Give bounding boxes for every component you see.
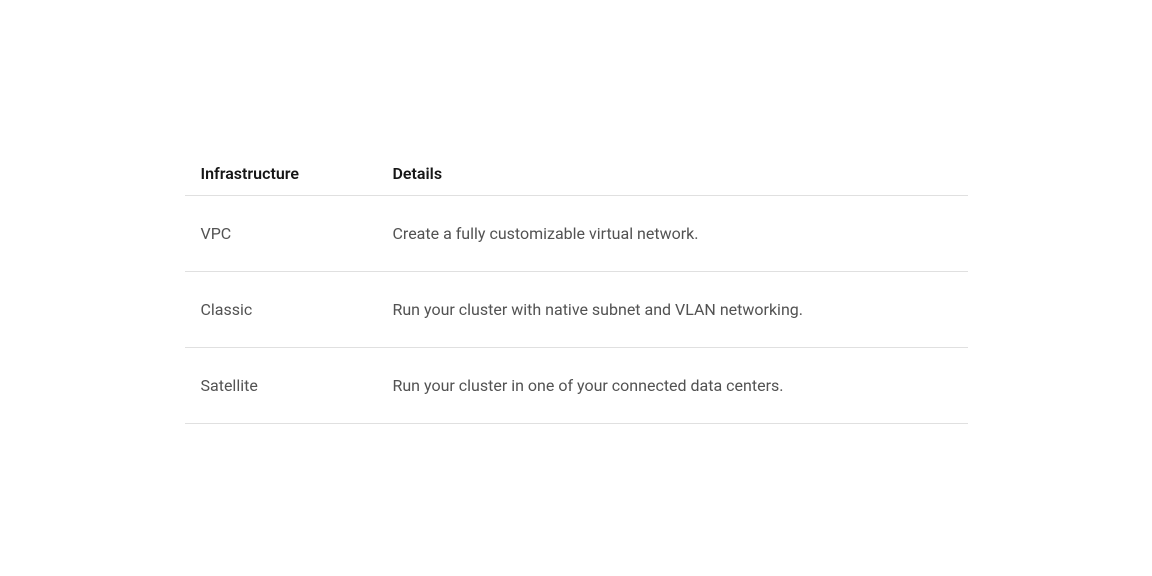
header-infrastructure: Infrastructure xyxy=(185,152,377,196)
cell-infrastructure: Classic xyxy=(185,272,377,348)
cell-details: Run your cluster in one of your connecte… xyxy=(377,348,968,424)
cell-infrastructure: VPC xyxy=(185,196,377,272)
header-details: Details xyxy=(377,152,968,196)
infrastructure-table: Infrastructure Details VPC Create a full… xyxy=(185,152,968,424)
table-row: Classic Run your cluster with native sub… xyxy=(185,272,968,348)
infrastructure-table-container: Infrastructure Details VPC Create a full… xyxy=(185,152,968,424)
cell-infrastructure: Satellite xyxy=(185,348,377,424)
table-row: VPC Create a fully customizable virtual … xyxy=(185,196,968,272)
cell-details: Create a fully customizable virtual netw… xyxy=(377,196,968,272)
table-row: Satellite Run your cluster in one of you… xyxy=(185,348,968,424)
cell-details: Run your cluster with native subnet and … xyxy=(377,272,968,348)
table-header-row: Infrastructure Details xyxy=(185,152,968,196)
